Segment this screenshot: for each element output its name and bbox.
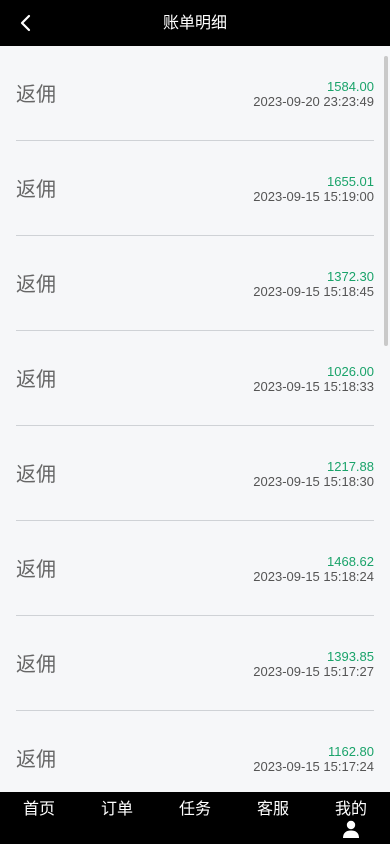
record-time: 2023-09-20 23:23:49 [253,94,374,109]
record-time: 2023-09-15 15:19:00 [253,189,374,204]
list-scrollbar[interactable] [384,56,388,346]
app-root: 账单明细 返佣 1584.00 2023-09-20 23:23:49 返佣 1… [0,0,390,844]
list-item[interactable]: 返佣 1584.00 2023-09-20 23:23:49 [16,46,374,141]
bill-list[interactable]: 返佣 1584.00 2023-09-20 23:23:49 返佣 1655.0… [0,46,390,792]
record-amount: 1162.80 [327,744,374,759]
list-item[interactable]: 返佣 1655.01 2023-09-15 15:19:00 [16,141,374,236]
record-amount: 1026.00 [327,364,374,379]
record-amount: 1217.88 [327,459,374,474]
bottom-tab-bar: 首页 订单 任务 客服 我的 [0,792,390,844]
tab-tasks[interactable]: 任务 [156,792,234,844]
record-type-label: 返佣 [16,82,56,106]
user-icon [343,820,359,838]
record-amount: 1468.62 [327,554,374,569]
record-type-label: 返佣 [16,462,56,486]
tab-label: 我的 [334,799,367,818]
record-type-label: 返佣 [16,177,56,201]
tab-customer-service[interactable]: 客服 [234,792,312,844]
record-type-label: 返佣 [16,367,56,391]
list-item[interactable]: 返佣 1372.30 2023-09-15 15:18:45 [16,236,374,331]
record-time: 2023-09-15 15:18:45 [253,284,374,299]
record-type-label: 返佣 [16,652,56,676]
record-amount: 1372.30 [327,269,374,284]
top-bar: 账单明细 [0,0,390,46]
list-item[interactable]: 返佣 1217.88 2023-09-15 15:18:30 [16,426,374,521]
list-item[interactable]: 返佣 1162.80 2023-09-15 15:17:24 [16,711,374,792]
record-amount: 1393.85 [327,649,374,664]
record-type-label: 返佣 [16,747,56,771]
list-item[interactable]: 返佣 1026.00 2023-09-15 15:18:33 [16,331,374,426]
tab-mine[interactable]: 我的 [312,792,390,844]
tab-label: 客服 [256,799,289,818]
list-item[interactable]: 返佣 1468.62 2023-09-15 15:18:24 [16,521,374,616]
record-type-label: 返佣 [16,557,56,581]
tab-home[interactable]: 首页 [0,792,78,844]
record-time: 2023-09-15 15:17:24 [253,759,374,774]
record-time: 2023-09-15 15:18:33 [253,379,374,394]
tab-orders[interactable]: 订单 [78,792,156,844]
record-time: 2023-09-15 15:18:30 [253,474,374,489]
page-title: 账单明细 [162,13,227,32]
tab-label: 首页 [22,799,55,818]
tab-label: 任务 [178,799,211,818]
tab-label: 订单 [100,799,133,818]
record-time: 2023-09-15 15:18:24 [253,569,374,584]
record-amount: 1584.00 [327,79,374,94]
record-type-label: 返佣 [16,272,56,296]
record-amount: 1655.01 [327,174,374,189]
record-time: 2023-09-15 15:17:27 [253,664,374,679]
list-item[interactable]: 返佣 1393.85 2023-09-15 15:17:27 [16,616,374,711]
